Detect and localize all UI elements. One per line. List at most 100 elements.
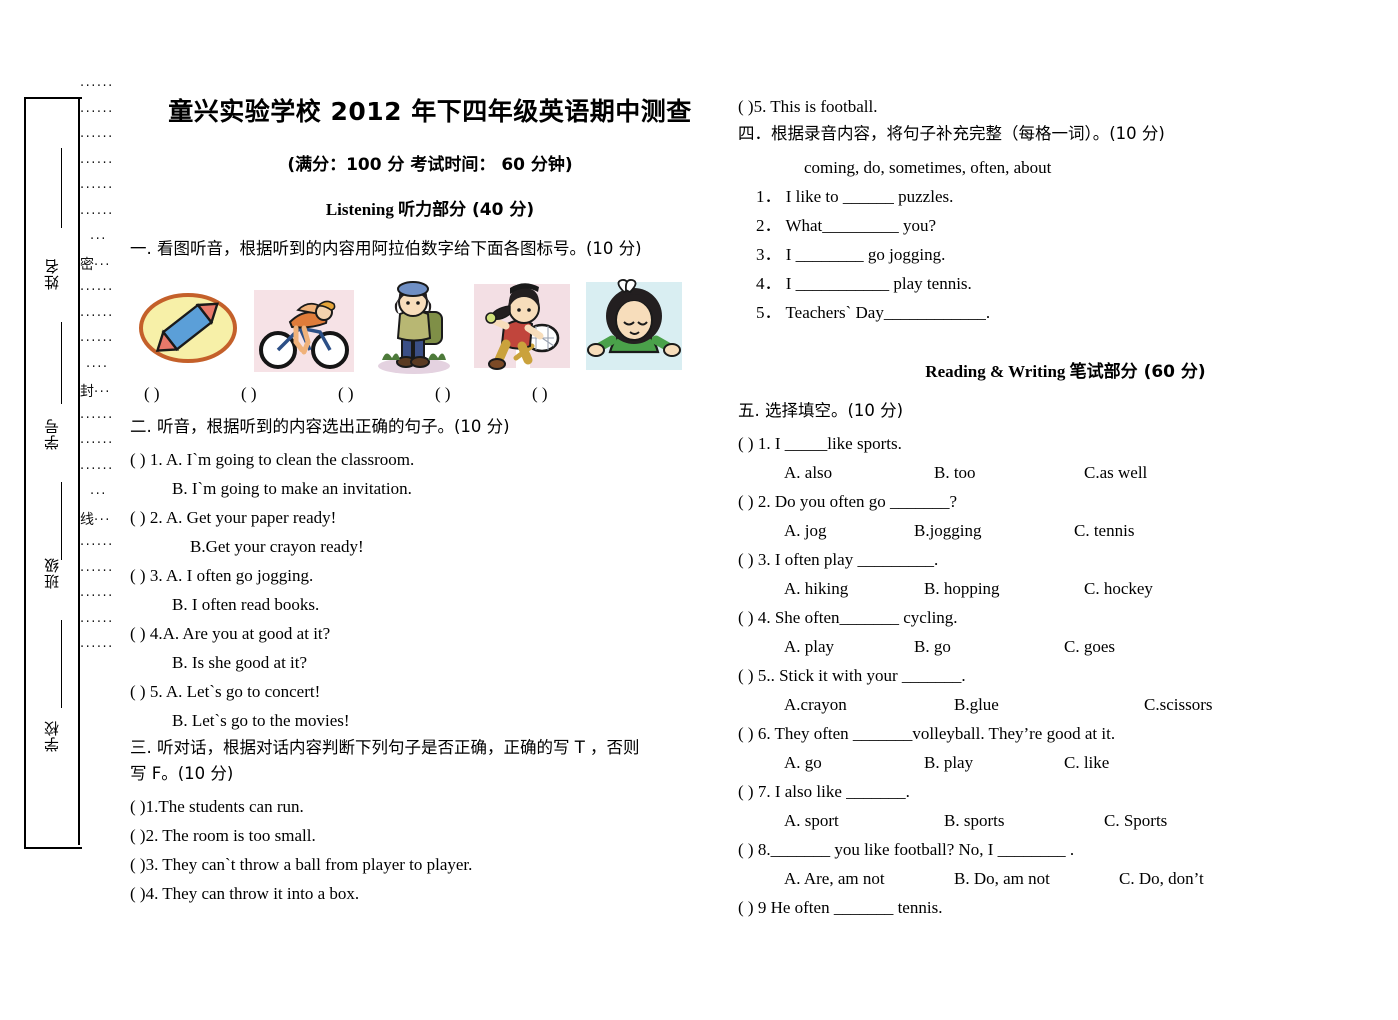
item-number: 2． <box>756 215 782 235</box>
answer-bracket[interactable]: ( ) <box>130 826 146 845</box>
seal-dot-row: ······ <box>80 461 114 477</box>
fill-in-sentence[interactable]: I like to ______ puzzles. <box>786 187 954 206</box>
answer-bracket[interactable]: ( ) <box>738 666 754 685</box>
option-a[interactable]: A. play <box>784 632 914 661</box>
answer-bracket[interactable]: ( ) <box>738 608 754 627</box>
answer-bracket[interactable]: ( ) <box>241 384 338 404</box>
section-five-item: ( ) 5.. Stick it with your _______. <box>738 661 1393 690</box>
answer-bracket[interactable]: ( ) <box>130 855 146 874</box>
option-a[interactable]: A. I`m going to clean the classroom. <box>166 450 414 469</box>
option-c[interactable]: C.scissors <box>1144 690 1212 719</box>
answer-bracket[interactable]: ( ) <box>738 840 754 859</box>
option-a[interactable]: A. I often go jogging. <box>166 566 313 585</box>
option-b[interactable]: B. go <box>914 632 1064 661</box>
seal-dot-row: ···· <box>86 359 109 375</box>
seal-dot-row: ······ <box>80 410 114 426</box>
fill-in-sentence[interactable]: I ___________ play tennis. <box>786 274 972 293</box>
seal-char-xian: 线 <box>80 511 94 528</box>
option-a[interactable]: A. Get your paper ready! <box>166 508 336 527</box>
answer-bracket[interactable]: ( ) <box>130 508 146 527</box>
question-stem: 2. Do you often go _______? <box>757 492 958 512</box>
section-five-item: ( ) 1. I _____like sports. <box>738 429 1393 458</box>
option-c[interactable]: C. hockey <box>1084 574 1153 603</box>
seal-dot-row: ··· <box>90 232 107 247</box>
option-c[interactable]: C. tennis <box>1074 516 1134 545</box>
left-column: 童兴实验学校 2012 年下四年级英语期中测查 (满分：100 分 考试时间： … <box>130 92 730 908</box>
seal-field-class-label: 班级 <box>42 557 61 589</box>
option-c[interactable]: C. goes <box>1064 632 1115 661</box>
item-number: 4. <box>149 624 163 644</box>
seal-dot-row: ······ <box>80 614 114 630</box>
answer-bracket[interactable]: ( ) <box>738 782 754 801</box>
answer-bracket[interactable]: ( ) <box>144 384 241 404</box>
answer-bracket[interactable]: ( ) <box>738 550 754 569</box>
section-two-item-b: B.Get your crayon ready! <box>130 532 730 561</box>
option-a[interactable]: A. hiking <box>784 574 924 603</box>
section-two-item-b: B. I`m going to make an invitation. <box>130 474 730 503</box>
option-a[interactable]: A. jog <box>784 516 914 545</box>
option-b[interactable]: B. Is she good at it? <box>172 653 307 672</box>
option-b[interactable]: B. Do, am not <box>954 864 1119 893</box>
section-two-item-b: B. I often read books. <box>130 590 730 619</box>
answer-bracket[interactable]: ( ) <box>130 450 146 469</box>
option-b[interactable]: B. hopping <box>924 574 1084 603</box>
seal-rule-1[interactable] <box>61 148 62 228</box>
seal-field-school: 学校 <box>24 690 80 782</box>
option-c[interactable]: C.as well <box>1084 458 1147 487</box>
option-a[interactable]: A. Let`s go to concert! <box>166 682 320 701</box>
option-c[interactable]: C. like <box>1064 748 1109 777</box>
section-three-item: ( )2. The room is too small. <box>130 821 730 850</box>
answer-bracket[interactable]: ( ) <box>130 797 146 816</box>
seal-field-school-label: 学校 <box>42 720 61 752</box>
option-a[interactable]: A. go <box>784 748 924 777</box>
answer-bracket[interactable]: ( ) <box>738 434 754 453</box>
answer-bracket[interactable]: ( ) <box>130 566 146 585</box>
fill-in-sentence[interactable]: What_________ you? <box>785 216 936 235</box>
section-five-item: ( ) 6. They often _______volleyball. The… <box>738 719 1393 748</box>
seal-dot-row: ······ <box>80 79 114 94</box>
picture-answer-bracket-row: ( )( )( )( )( ) <box>130 384 730 404</box>
section-five-options: A. hiking B. hopping C. hockey <box>738 574 1393 603</box>
section-five-item: ( ) 2. Do you often go _______? <box>738 487 1393 516</box>
option-b[interactable]: B. too <box>934 458 1084 487</box>
fill-in-sentence[interactable]: Teachers` Day____________. <box>785 303 990 322</box>
seal-dot-row: ······ <box>80 181 114 196</box>
answer-bracket[interactable]: ( ) <box>738 724 754 743</box>
item-number: 3． <box>756 244 782 264</box>
option-b[interactable]: B. I`m going to make an invitation. <box>172 479 412 498</box>
option-b[interactable]: B. play <box>924 748 1064 777</box>
answer-bracket[interactable]: ( ) <box>738 898 754 917</box>
option-a[interactable]: A. also <box>784 458 934 487</box>
section-five-item: ( ) 3. I often play _________. <box>738 545 1393 574</box>
option-b[interactable]: B.jogging <box>914 516 1074 545</box>
option-b[interactable]: B. sports <box>944 806 1104 835</box>
answer-bracket[interactable]: ( ) <box>130 624 146 643</box>
item-number: 4． <box>756 273 782 293</box>
option-b[interactable]: B. I often read books. <box>172 595 319 614</box>
option-a[interactable]: A. Are, am not <box>784 864 954 893</box>
item-number: 1. <box>149 450 163 470</box>
option-c[interactable]: C. Do, don’t <box>1119 864 1204 893</box>
option-a[interactable]: A.crayon <box>784 690 954 719</box>
answer-bracket[interactable]: ( ) <box>738 97 754 116</box>
seal-field-class: 班级 <box>24 527 80 619</box>
answer-bracket[interactable]: ( ) <box>738 492 754 511</box>
answer-bracket[interactable]: ( ) <box>435 384 532 404</box>
answer-bracket[interactable]: ( ) <box>338 384 435 404</box>
option-b[interactable]: B.glue <box>954 690 1144 719</box>
answer-bracket[interactable]: ( ) <box>130 884 146 903</box>
option-a[interactable]: A. sport <box>784 806 944 835</box>
item-number: 2. <box>149 508 163 528</box>
option-a[interactable]: A. Are you at good at it? <box>163 624 331 643</box>
option-b[interactable]: B.Get your crayon ready! <box>190 537 364 556</box>
option-c[interactable]: C. Sports <box>1104 806 1167 835</box>
answer-bracket[interactable]: ( ) <box>532 384 629 404</box>
item-number: 5． <box>756 302 782 322</box>
seal-dot-row: ······ <box>80 589 114 604</box>
option-b[interactable]: B. Let`s go to the movies! <box>172 711 350 730</box>
section-five-options: A.crayon B.glue C.scissors <box>738 690 1393 719</box>
answer-bracket[interactable]: ( ) <box>130 682 146 701</box>
section-two-item: ( ) 2. A. Get your paper ready! <box>130 503 730 532</box>
section-one-heading: 一. 看图听音，根据听到的内容用阿拉伯数字给下面各图标号。(10 分) <box>130 239 642 258</box>
fill-in-sentence[interactable]: I ________ go jogging. <box>786 245 946 264</box>
